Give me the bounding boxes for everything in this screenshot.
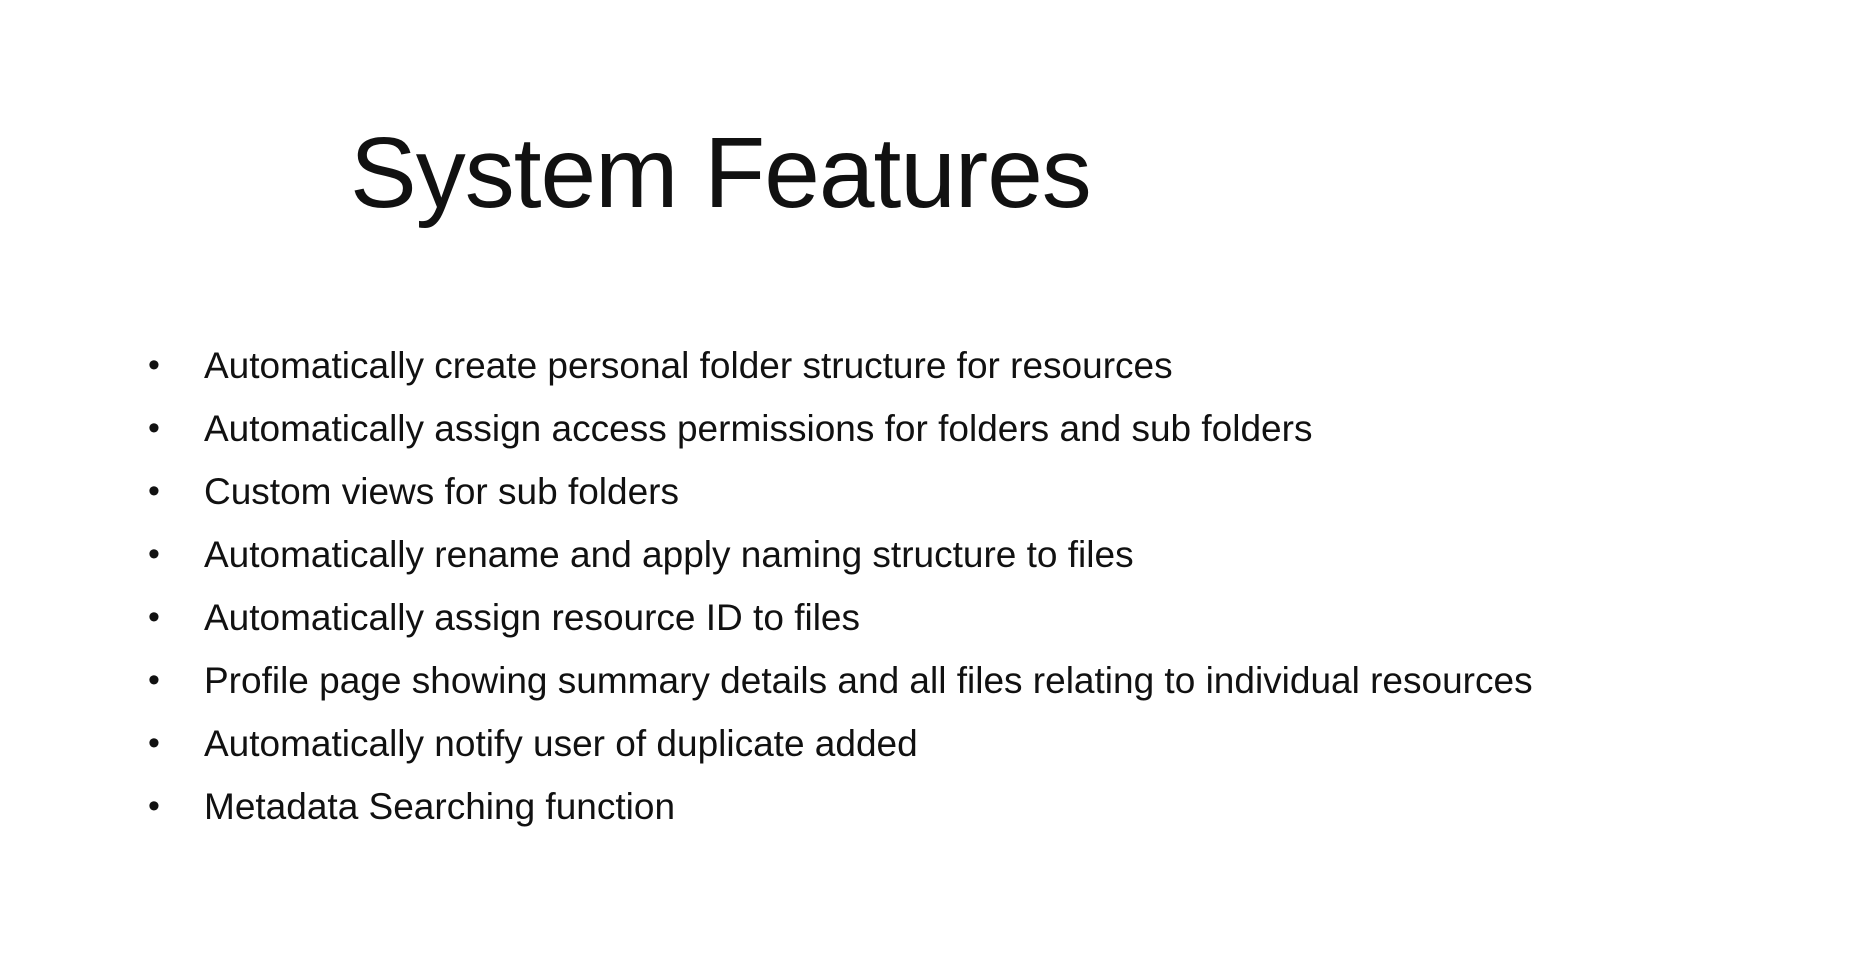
bullet-text: Automatically rename and apply naming st… [204,534,1134,575]
bullet-point-icon: • [148,598,160,636]
bullet-item: • Metadata Searching function [148,785,1588,828]
bullet-text: Profile page showing summary details and… [204,660,1533,701]
bullet-item: • Profile page showing summary details a… [148,659,1588,702]
slide-title: System Features [350,117,1092,229]
slide: System Features • Automatically create p… [0,0,1855,971]
bullet-text: Metadata Searching function [204,786,676,827]
bullet-point-icon: • [148,346,160,384]
bullet-text: Automatically assign access permissions … [204,408,1313,449]
bullet-text: Automatically create personal folder str… [204,345,1173,386]
bullet-point-icon: • [148,409,160,447]
bullet-point-icon: • [148,661,160,699]
bullet-point-icon: • [148,724,160,762]
bullet-list: • Automatically create personal folder s… [148,344,1588,848]
bullet-item: • Automatically assign resource ID to fi… [148,596,1588,639]
bullet-item: • Custom views for sub folders [148,470,1588,513]
bullet-item: • Automatically rename and apply naming … [148,533,1588,576]
bullet-text: Automatically assign resource ID to file… [204,597,860,638]
bullet-item: • Automatically notify user of duplicate… [148,722,1588,765]
bullet-point-icon: • [148,535,160,573]
bullet-item: • Automatically create personal folder s… [148,344,1588,387]
bullet-point-icon: • [148,787,160,825]
bullet-text: Custom views for sub folders [204,471,680,512]
bullet-text: Automatically notify user of duplicate a… [204,723,918,764]
bullet-item: • Automatically assign access permission… [148,407,1588,450]
bullet-point-icon: • [148,472,160,510]
